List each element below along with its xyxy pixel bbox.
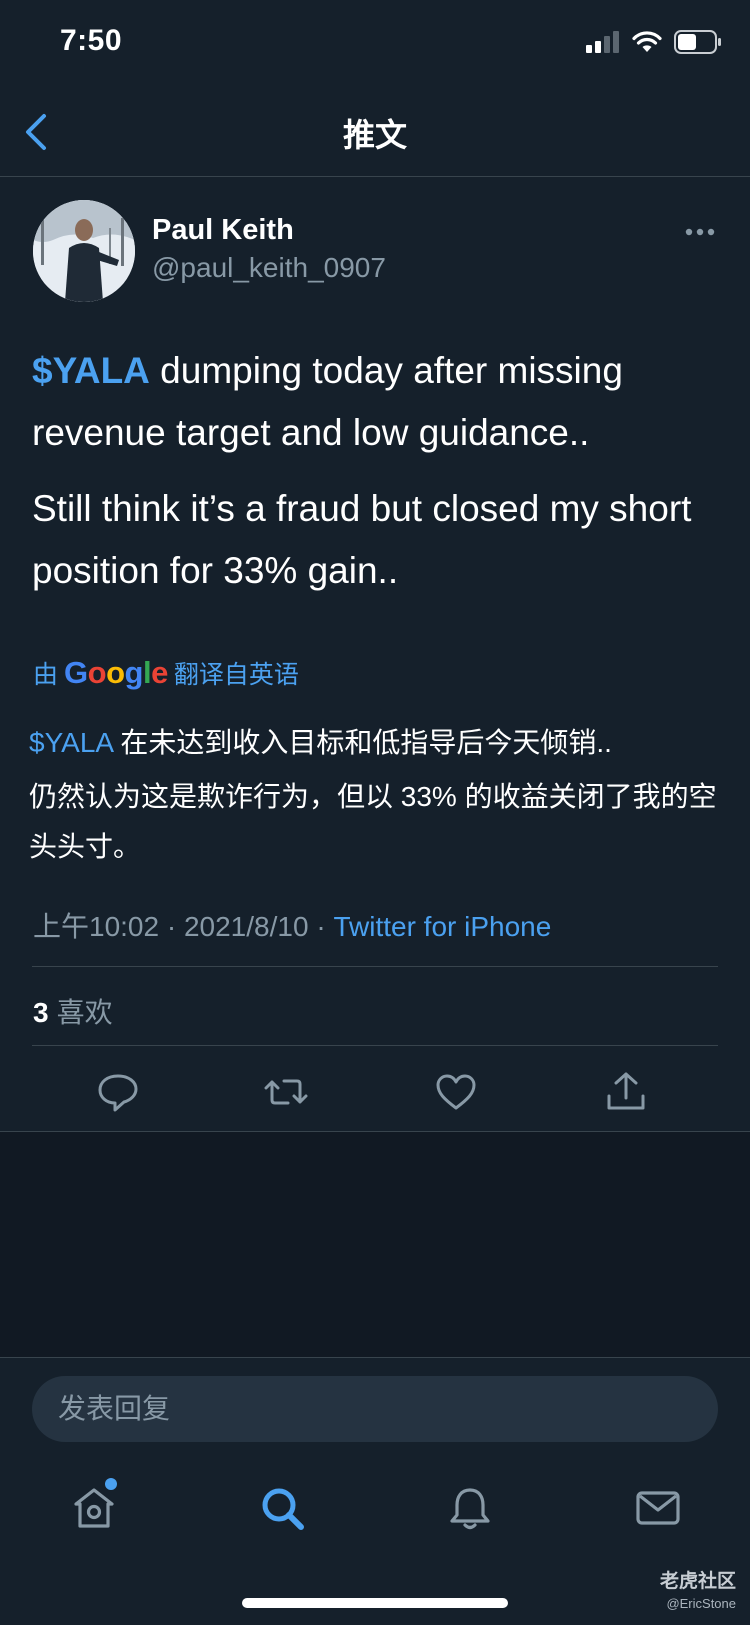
tweet-paragraph-2: Still think it’s a fraud but closed my s… bbox=[32, 488, 692, 591]
cashtag-link[interactable]: $YALA bbox=[32, 350, 150, 391]
meta-separator: · bbox=[308, 911, 334, 942]
search-icon[interactable] bbox=[258, 1484, 306, 1532]
status-time: 7:50 bbox=[60, 24, 123, 57]
messages-icon[interactable] bbox=[634, 1484, 682, 1532]
share-icon[interactable] bbox=[604, 1070, 648, 1114]
likes-label: 喜欢 bbox=[56, 997, 113, 1028]
translated-paragraph-1: $YALA 在未达到收入目标和低指导后今天倾销.. bbox=[29, 718, 719, 768]
translated-text-rest: 在未达到收入目标和低指导后今天倾销.. bbox=[112, 727, 612, 758]
more-icon[interactable] bbox=[684, 226, 716, 238]
divider bbox=[32, 966, 718, 967]
translated-cashtag[interactable]: $YALA bbox=[29, 727, 113, 758]
header: 推文 bbox=[0, 86, 750, 177]
wifi-icon bbox=[632, 31, 662, 52]
avatar[interactable] bbox=[33, 200, 135, 302]
home-icon[interactable] bbox=[70, 1484, 118, 1532]
google-logo: Google bbox=[64, 655, 168, 690]
signal-icon bbox=[586, 31, 619, 53]
translate-prefix: 由 bbox=[33, 661, 59, 689]
tweet-meta: 上午10:02 · 2021/8/10 · Twitter for iPhone bbox=[33, 905, 551, 945]
translated-text: $YALA 在未达到收入目标和低指导后今天倾销.. 仍然认为这是欺诈行为，但以 … bbox=[29, 718, 719, 876]
translate-suffix: 翻译自英语 bbox=[173, 661, 299, 689]
divider bbox=[32, 1045, 718, 1046]
notifications-icon[interactable] bbox=[446, 1484, 494, 1532]
replies-area bbox=[0, 1132, 750, 1357]
home-indicator[interactable] bbox=[242, 1598, 508, 1608]
author-name[interactable]: Paul Keith bbox=[152, 214, 294, 247]
battery-icon bbox=[674, 30, 721, 54]
like-icon[interactable] bbox=[434, 1070, 478, 1114]
avatar-photo bbox=[33, 200, 135, 302]
tweet-paragraph-1: $YALA dumping today after missing revenu… bbox=[32, 340, 722, 464]
retweet-icon[interactable] bbox=[264, 1070, 308, 1114]
tweet-date: 2021/8/10 bbox=[183, 911, 309, 942]
notification-dot bbox=[105, 1478, 117, 1490]
page-title: 推文 bbox=[342, 117, 407, 153]
translated-paragraph-2: 仍然认为这是欺诈行为，但以 33% 的收益关闭了我的空头头寸。 bbox=[29, 781, 717, 862]
status-icons bbox=[586, 30, 722, 54]
tweet-time: 上午10:02 bbox=[33, 911, 160, 942]
reply-input[interactable] bbox=[32, 1376, 718, 1442]
translate-attribution[interactable]: 由 Google 翻译自英语 bbox=[33, 655, 299, 691]
likes-stat[interactable]: 3 喜欢 bbox=[33, 991, 113, 1031]
author-handle[interactable]: @paul_keith_0907 bbox=[152, 252, 386, 284]
watermark-user: @EricStone bbox=[666, 1596, 736, 1611]
reply-icon[interactable] bbox=[96, 1070, 140, 1114]
likes-count: 3 bbox=[33, 997, 49, 1028]
meta-separator: · bbox=[159, 911, 184, 942]
watermark-title: 老虎社区 bbox=[659, 1571, 736, 1592]
tweet-source[interactable]: Twitter for iPhone bbox=[333, 911, 551, 942]
watermark: 老虎社区 @EricStone bbox=[660, 1566, 736, 1611]
tweet-text: $YALA dumping today after missing revenu… bbox=[32, 340, 722, 616]
